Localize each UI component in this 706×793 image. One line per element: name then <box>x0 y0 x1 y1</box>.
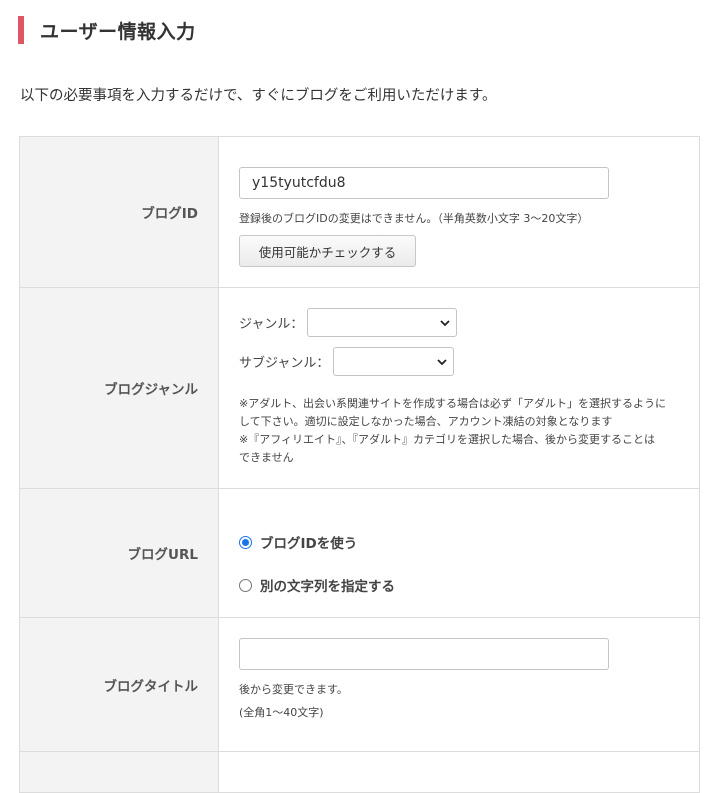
genre-line: ジャンル： <box>239 308 458 337</box>
radio-custom-string[interactable] <box>239 578 252 592</box>
genre-note-4: できません <box>239 451 294 464</box>
page-title: ユーザー情報入力 <box>40 20 196 43</box>
genre-note-1: ※アダルト、出会い系関連サイトを作成する場合は必ず「アダルト」を選択するように <box>239 397 666 410</box>
next-row-field-area <box>219 752 699 792</box>
next-row-partial <box>20 752 699 793</box>
url-option-use-id-label: ブログIDを使う <box>260 536 358 552</box>
next-row-label <box>20 752 219 792</box>
genre-label: ジャンル： <box>239 317 304 332</box>
blog-title-label: ブログタイトル <box>20 618 219 751</box>
blog-title-field-area: 後から変更できます。 (全角1〜40文字) <box>219 618 699 751</box>
url-option-custom[interactable]: 別の文字列を指定する <box>239 575 395 595</box>
blog-genre-label: ブログジャンル <box>20 288 219 488</box>
registration-form: ブログID 登録後のブログIDの変更はできません。（半角英数小文字 3〜20文字… <box>19 136 700 793</box>
blog-id-input[interactable] <box>239 167 609 199</box>
blog-url-field-area: ブログIDを使う 別の文字列を指定する <box>219 489 699 617</box>
blog-title-row: ブログタイトル 後から変更できます。 (全角1〜40文字) <box>20 618 699 752</box>
heading-accent-bar <box>18 16 24 44</box>
blog-url-label: ブログURL <box>20 489 219 617</box>
genre-note-2: して下さい。適切に設定しなかった場合、アカウント凍結の対象となります <box>239 415 613 428</box>
blog-genre-field-area: ジャンル： サブジャンル： ※アダルト、出会い系関連サイトを作成する場合は必ず「… <box>219 288 699 488</box>
section-heading: ユーザー情報入力 <box>18 16 196 44</box>
blog-title-note-2: (全角1〜40文字) <box>239 706 324 719</box>
url-option-use-id[interactable]: ブログIDを使う <box>239 532 357 552</box>
subgenre-label: サブジャンル： <box>239 356 330 371</box>
chevron-down-icon <box>437 359 447 366</box>
radio-use-id[interactable] <box>239 535 252 549</box>
blog-id-field-area: 登録後のブログIDの変更はできません。（半角英数小文字 3〜20文字） 使用可能… <box>219 137 699 287</box>
blog-id-row: ブログID 登録後のブログIDの変更はできません。（半角英数小文字 3〜20文字… <box>20 137 699 288</box>
blog-id-note: 登録後のブログIDの変更はできません。（半角英数小文字 3〜20文字） <box>239 212 589 225</box>
subgenre-select[interactable] <box>333 347 455 376</box>
genre-select[interactable] <box>307 308 458 337</box>
check-availability-button[interactable]: 使用可能かチェックする <box>239 235 416 267</box>
intro-text: 以下の必要事項を入力するだけで、すぐにブログをご利用いただけます。 <box>20 88 497 104</box>
blog-title-input[interactable] <box>239 638 609 670</box>
blog-title-note-1: 後から変更できます。 <box>239 683 348 696</box>
blog-id-label: ブログID <box>20 137 219 287</box>
user-info-page: ユーザー情報入力 以下の必要事項を入力するだけで、すぐにブログをご利用いただけま… <box>0 0 706 793</box>
genre-note-3: ※『アフィリエイト』、『アダルト』カテゴリを選択した場合、後から変更することは <box>239 433 655 446</box>
subgenre-line: サブジャンル： <box>239 347 455 376</box>
blog-url-row: ブログURL ブログIDを使う 別の文字列を指定する <box>20 489 699 618</box>
url-option-custom-label: 別の文字列を指定する <box>260 579 395 595</box>
chevron-down-icon <box>440 320 450 327</box>
blog-genre-row: ブログジャンル ジャンル： サブジャンル： ※アダルト、出会い系関連サイトを作成… <box>20 288 699 489</box>
